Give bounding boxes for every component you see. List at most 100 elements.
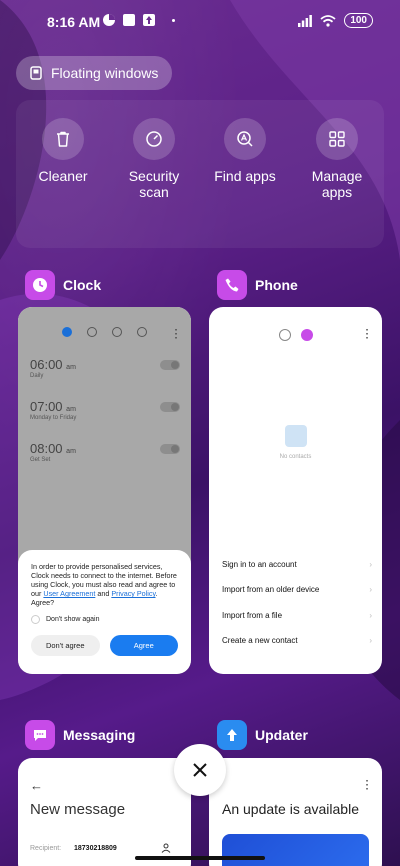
contact-placeholder-icon bbox=[284, 425, 307, 447]
wifi-icon bbox=[320, 14, 336, 27]
user-agreement-link[interactable]: User Agreement bbox=[43, 589, 95, 598]
phone-recent-card[interactable]: · · · No contacts Sign in to an account › I… bbox=[209, 307, 382, 674]
world-clock-tab-icon bbox=[87, 327, 97, 337]
upload-notification-icon bbox=[143, 14, 155, 26]
cleaner-label: Cleaner bbox=[38, 168, 88, 184]
phone-icon bbox=[225, 278, 239, 292]
alarm-time: 06:00 am bbox=[30, 357, 76, 372]
import-older-device-option[interactable]: Import from an older device › bbox=[222, 585, 372, 594]
find-apps-circle bbox=[224, 118, 266, 160]
alarm-tab-icon bbox=[62, 327, 72, 337]
update-available-title: An update is available bbox=[222, 801, 359, 817]
floating-window-icon bbox=[30, 66, 42, 80]
alarm-item: 06:00 am Daily bbox=[30, 357, 180, 379]
alarm-time: 07:00 am bbox=[30, 399, 76, 414]
calls-tab-icon bbox=[279, 329, 291, 341]
alarm-repeat: Monday to Friday bbox=[30, 415, 77, 421]
phone-tabs bbox=[279, 329, 313, 341]
messaging-recent-card[interactable]: ← New message Recipient: 18730218809 bbox=[18, 758, 191, 866]
manage-apps-label: Manage apps bbox=[311, 168, 363, 200]
alarm-toggle bbox=[160, 402, 180, 412]
upward-arrow-icon bbox=[227, 729, 237, 741]
gauge-icon bbox=[146, 131, 162, 147]
clear-all-button[interactable] bbox=[174, 744, 226, 796]
stopwatch-tab-icon bbox=[112, 327, 122, 337]
status-time: 8:16 AM bbox=[47, 14, 101, 30]
status-bar: 8:16 AM 100 bbox=[0, 0, 400, 44]
floating-windows-button[interactable]: Floating windows bbox=[16, 56, 173, 90]
phone-app-header[interactable]: Phone bbox=[217, 270, 298, 300]
cleaner-circle bbox=[42, 118, 84, 160]
timer-tab-icon bbox=[137, 327, 147, 337]
close-icon bbox=[193, 763, 207, 777]
more-notifications-dot bbox=[172, 18, 175, 22]
find-apps-label: Find apps bbox=[214, 168, 276, 184]
cleaner-button[interactable]: Cleaner bbox=[21, 118, 105, 184]
no-contacts-placeholder: No contacts bbox=[209, 425, 382, 460]
sign-in-account-option[interactable]: Sign in to an account › bbox=[222, 560, 372, 569]
grid-icon bbox=[329, 131, 345, 147]
create-contact-option[interactable]: Create a new contact › bbox=[222, 636, 372, 645]
privacy-policy-link[interactable]: Privacy Policy bbox=[111, 589, 155, 598]
chevron-right-icon: › bbox=[369, 585, 372, 594]
trash-icon bbox=[57, 131, 69, 147]
messaging-app-header[interactable]: Messaging bbox=[25, 720, 135, 750]
updater-more-icon: · · · bbox=[365, 776, 369, 795]
alarm-item: 07:00 am Monday to Friday bbox=[30, 399, 180, 421]
clock-app-title: Clock bbox=[63, 277, 102, 293]
square-notification-icon bbox=[123, 14, 135, 26]
dont-show-again-checkbox[interactable] bbox=[31, 615, 40, 624]
dont-agree-button[interactable]: Don't agree bbox=[31, 635, 100, 656]
messaging-app-title: Messaging bbox=[63, 727, 136, 743]
clock-tabs bbox=[62, 327, 147, 337]
manage-apps-button[interactable]: Manage apps bbox=[295, 118, 379, 200]
new-message-title: New message bbox=[30, 801, 126, 818]
recipient-value: 18730218809 bbox=[74, 845, 117, 852]
messaging-app-icon bbox=[25, 720, 55, 750]
consent-dialog: In order to provide personalised service… bbox=[18, 550, 191, 674]
battery-indicator: 100 bbox=[344, 13, 373, 28]
consent-message: In order to provide personalised service… bbox=[31, 562, 177, 607]
security-scan-label: Security scan bbox=[128, 168, 180, 200]
updater-app-header[interactable]: Updater bbox=[217, 720, 308, 750]
dont-show-again-row[interactable]: Don't show again bbox=[31, 615, 178, 624]
update-banner-image bbox=[222, 834, 369, 866]
alarm-repeat: Daily bbox=[30, 373, 44, 379]
recipient-label: Recipient: bbox=[30, 845, 62, 852]
alarm-item: 08:00 am Get Set bbox=[30, 441, 180, 463]
alarm-toggle bbox=[160, 444, 180, 454]
updater-app-icon bbox=[217, 720, 247, 750]
chevron-right-icon: › bbox=[369, 636, 372, 645]
updater-recent-card[interactable]: · · · An update is available bbox=[209, 758, 382, 866]
clock-icon bbox=[33, 278, 47, 292]
chevron-right-icon: › bbox=[369, 560, 372, 569]
phone-app-title: Phone bbox=[255, 277, 298, 293]
floating-windows-label: Floating windows bbox=[51, 65, 159, 81]
updater-app-title: Updater bbox=[255, 727, 308, 743]
app-notification-icon bbox=[103, 14, 115, 26]
phone-more-icon: · · · bbox=[365, 325, 369, 344]
no-contacts-text: No contacts bbox=[279, 454, 312, 460]
clock-more-icon: · · · bbox=[174, 325, 178, 344]
notification-icons bbox=[102, 13, 175, 27]
clock-app-icon bbox=[25, 270, 55, 300]
find-apps-button[interactable]: Find apps bbox=[203, 118, 287, 184]
phone-app-icon bbox=[217, 270, 247, 300]
back-arrow-icon: ← bbox=[30, 778, 43, 793]
clock-app-header[interactable]: Clock bbox=[25, 270, 101, 300]
dialog-buttons: Don't agree Agree bbox=[31, 635, 178, 656]
alarm-time: 08:00 am bbox=[30, 441, 76, 456]
contacts-tab-icon bbox=[301, 329, 313, 341]
signal-icon bbox=[298, 14, 313, 27]
find-apps-icon bbox=[237, 131, 253, 147]
import-file-option[interactable]: Import from a file › bbox=[222, 611, 372, 620]
agree-button[interactable]: Agree bbox=[109, 635, 178, 656]
home-indicator[interactable] bbox=[135, 856, 265, 860]
chevron-right-icon: › bbox=[369, 611, 372, 620]
security-scan-circle bbox=[133, 118, 175, 160]
manage-apps-circle bbox=[316, 118, 358, 160]
message-bubble-icon bbox=[34, 730, 46, 741]
security-scan-button[interactable]: Security scan bbox=[112, 118, 196, 200]
alarm-toggle bbox=[160, 360, 180, 370]
clock-recent-card[interactable]: · · · 06:00 am Daily 07:00 am Monday to Fr… bbox=[18, 307, 191, 674]
